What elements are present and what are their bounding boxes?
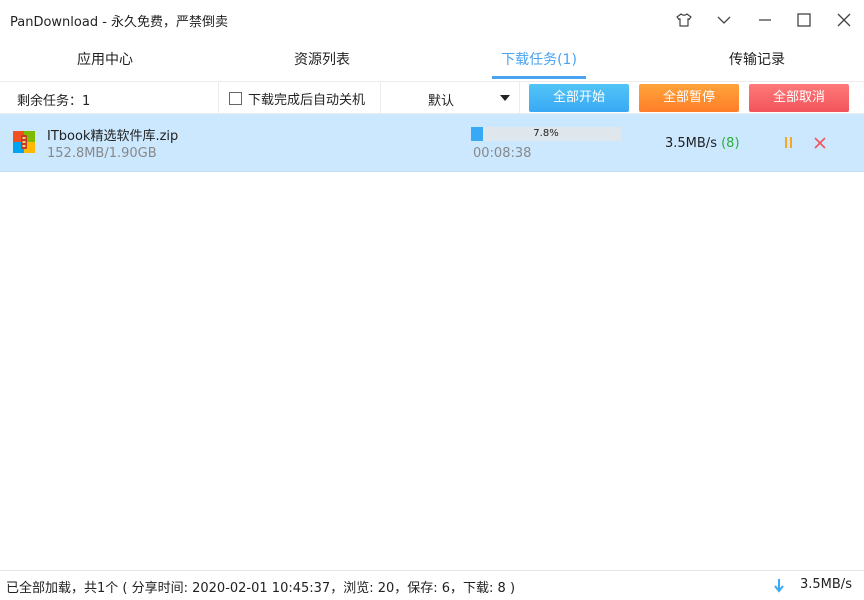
task-speed-value: 3.5MB/s bbox=[665, 136, 717, 151]
zip-archive-icon bbox=[13, 131, 35, 153]
title-bar: PanDownload - 永久免费，严禁倒卖 bbox=[0, 0, 864, 40]
auto-shutdown-option[interactable]: 下载完成后自动关机 bbox=[229, 89, 365, 108]
tab-resource-list[interactable]: 资源列表 bbox=[247, 40, 397, 80]
status-speed: 3.5MB/s bbox=[800, 577, 852, 592]
cancel-task-icon[interactable] bbox=[813, 136, 827, 150]
main-tabs: 应用中心 资源列表 下载任务(1) 传输记录 bbox=[0, 40, 864, 80]
minimize-icon[interactable] bbox=[755, 10, 775, 30]
download-task-row[interactable]: ITbook精选软件库.zip 152.8MB/1.90GB 7.8% 00:0… bbox=[0, 114, 864, 172]
shirt-icon[interactable] bbox=[674, 10, 694, 30]
cancel-all-button[interactable]: 全部取消 bbox=[749, 84, 849, 112]
status-text: 已全部加载，共1个 ( 分享时间: 2020-02-01 10:45:37，浏览… bbox=[6, 581, 516, 596]
pause-all-button[interactable]: 全部暂停 bbox=[639, 84, 739, 112]
tab-transfer-history[interactable]: 传输记录 bbox=[682, 40, 832, 80]
caret-down-icon bbox=[500, 95, 510, 101]
close-icon[interactable] bbox=[834, 10, 854, 30]
window-title: PanDownload - 永久免费，严禁倒卖 bbox=[10, 15, 229, 30]
auto-shutdown-label: 下载完成后自动关机 bbox=[248, 93, 366, 108]
toolbar-divider bbox=[519, 82, 520, 113]
active-tab-indicator bbox=[492, 76, 586, 79]
task-progress-label: 7.8% bbox=[533, 128, 559, 139]
task-connections: (8) bbox=[721, 136, 740, 151]
toolbar-divider bbox=[218, 82, 219, 113]
remaining-tasks-label: 剩余任务：1 bbox=[17, 94, 91, 109]
start-all-button[interactable]: 全部开始 bbox=[529, 84, 629, 112]
download-arrow-icon bbox=[774, 579, 784, 593]
auto-shutdown-checkbox[interactable] bbox=[229, 92, 242, 105]
tab-download-tasks[interactable]: 下载任务(1) bbox=[464, 40, 614, 80]
sort-select[interactable]: 默认 bbox=[380, 82, 519, 113]
pause-icon[interactable] bbox=[783, 137, 795, 149]
sort-select-value: 默认 bbox=[428, 94, 455, 109]
chevron-down-icon[interactable] bbox=[714, 10, 734, 30]
task-speed: 3.5MB/s (8) bbox=[665, 136, 740, 151]
task-file-size: 152.8MB/1.90GB bbox=[47, 146, 157, 161]
task-time-remaining: 00:08:38 bbox=[473, 146, 532, 161]
maximize-icon[interactable] bbox=[794, 10, 814, 30]
status-bar: 已全部加载，共1个 ( 分享时间: 2020-02-01 10:45:37，浏览… bbox=[0, 570, 864, 600]
task-toolbar: 剩余任务：1 下载完成后自动关机 默认 全部开始 全部暂停 全部取消 bbox=[0, 81, 864, 114]
task-file-name: ITbook精选软件库.zip bbox=[47, 129, 179, 144]
tab-app-center[interactable]: 应用中心 bbox=[30, 40, 180, 80]
